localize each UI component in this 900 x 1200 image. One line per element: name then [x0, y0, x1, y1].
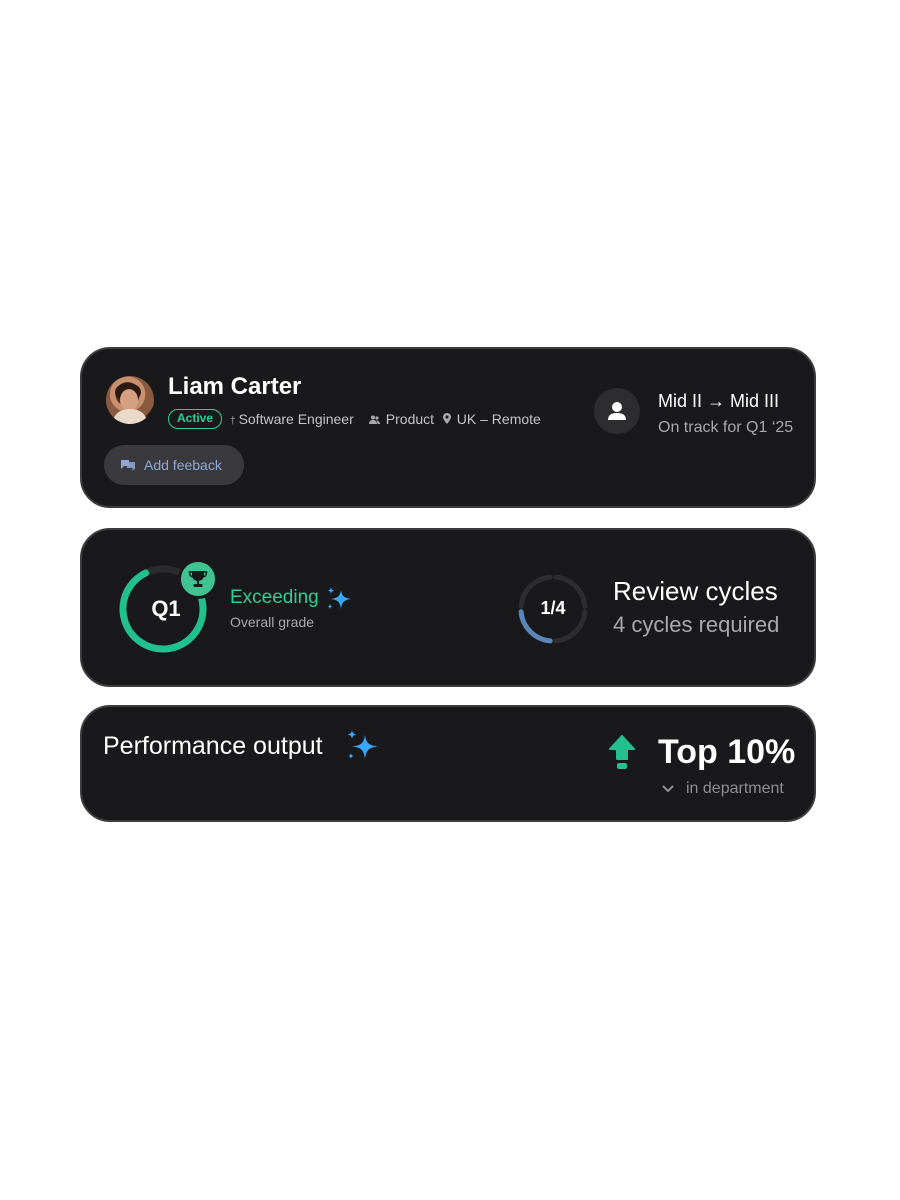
arrow-up-icon: [609, 735, 635, 769]
grade-sub: Overall grade: [230, 614, 315, 630]
location-pin-icon: [443, 413, 454, 427]
profile-card: Liam Carter Active † Software Engineer Pr…: [80, 347, 816, 508]
performance-scope-dropdown[interactable]: in department: [662, 780, 784, 798]
feedback-icon: [121, 460, 135, 471]
add-feedback-label: Add feeback: [144, 457, 222, 473]
grade-card: Q1 Exceeding Overall grade 1/4 Review cy…: [80, 528, 816, 687]
team-label: Product: [385, 411, 435, 427]
page: { "profile": { "name": "Liam Carter", "s…: [0, 0, 900, 1200]
level-avatar: [594, 388, 640, 434]
meta-role: † Software Engineer: [230, 411, 354, 427]
cycle-sub: 4 cycles required: [613, 612, 780, 637]
cycle-count: 1/4: [540, 598, 566, 618]
avatar[interactable]: [106, 376, 154, 424]
sparkle-icon: [347, 730, 378, 759]
profile-name: Liam Carter: [168, 373, 302, 400]
trophy-badge: [178, 559, 218, 599]
role-pin-icon: †: [230, 416, 236, 427]
team-icon: [369, 415, 383, 427]
trophy-icon: [181, 562, 215, 596]
meta-location: UK – Remote: [443, 411, 541, 427]
meta-team: Product: [369, 411, 434, 427]
grade-quarter: Q1: [151, 596, 181, 621]
add-feedback-button[interactable]: Add feeback: [104, 445, 244, 485]
person-icon: [608, 402, 626, 420]
status-badge: Active: [168, 409, 223, 429]
performance-title: Performance output: [103, 732, 323, 760]
grade-label: Exceeding: [230, 587, 319, 608]
performance-scope: in department: [686, 780, 784, 797]
location-label: UK – Remote: [456, 411, 541, 427]
level-transition: Mid II → Mid III: [658, 391, 780, 411]
level-status: On track for Q1 ‘25: [658, 419, 794, 436]
performance-card: Performance output Top 10% in department: [80, 705, 816, 822]
sparkle-icon: [327, 587, 351, 609]
performance-value: Top 10%: [658, 733, 796, 771]
role-label: Software Engineer: [238, 411, 354, 427]
chevron-down-icon: [662, 785, 674, 792]
cycle-title: Review cycles: [613, 576, 778, 606]
